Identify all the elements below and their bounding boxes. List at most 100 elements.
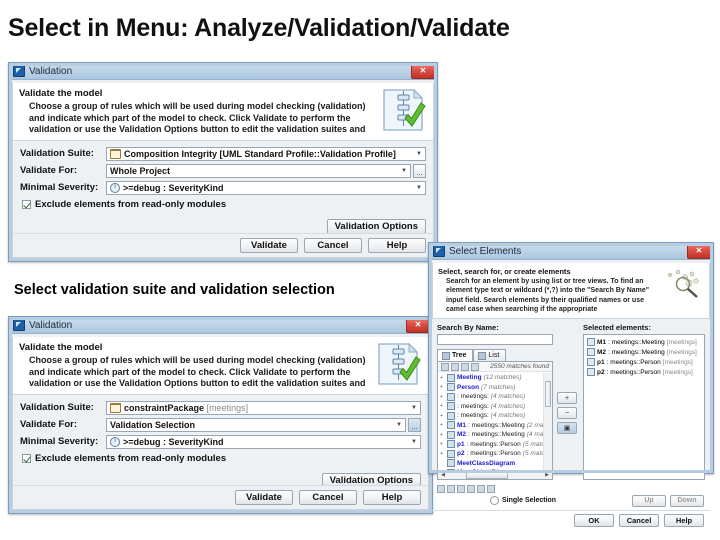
validate-for-value: Validation Selection (110, 419, 196, 430)
collapse-all-icon[interactable] (451, 362, 459, 371)
list-item[interactable]: M2 : meetings::Meeting [meetings] (587, 347, 701, 357)
validation-suite-package: [meetings] (206, 402, 249, 413)
dialog-header: Validate the model Choose a group of rul… (12, 337, 429, 395)
selection-mode-row: Single Selection Up Down (432, 493, 710, 507)
selected-elements-list[interactable]: M1 : meetings::Meeting [meetings] M2 : me… (583, 334, 705, 480)
options-icon[interactable] (487, 484, 495, 493)
expand-all-icon[interactable] (441, 362, 449, 371)
remove-element-button[interactable]: − (557, 407, 577, 420)
dialog-form: Validation Suite: constraintPackage [mee… (12, 394, 429, 492)
help-button[interactable]: Help (368, 238, 426, 253)
scrollbar-thumb[interactable] (545, 381, 551, 408)
clear-all-button[interactable]: ▣ (557, 422, 577, 435)
validate-for-select[interactable]: Validation Selection ▼ (106, 417, 406, 432)
sort-icon[interactable] (467, 484, 475, 493)
chevron-down-icon[interactable]: ▼ (398, 165, 410, 177)
header-title: Validate the model (19, 342, 103, 353)
move-up-button[interactable]: Up (632, 494, 666, 507)
validation-options-button[interactable]: Validation Options (326, 218, 426, 234)
tab-tree[interactable]: Tree (437, 349, 474, 362)
tree-vertical-scrollbar[interactable] (543, 373, 552, 470)
exclude-readonly-checkbox-row[interactable]: Exclude elements from read-only modules (22, 199, 426, 210)
search-panel: Search By Name: Tree List 2550 matches f… (437, 323, 553, 480)
move-down-button[interactable]: Down (670, 494, 704, 507)
next-match-icon[interactable] (471, 362, 479, 371)
tree-toolbar-icons[interactable] (441, 362, 479, 371)
search-by-name-label: Search By Name: (437, 323, 499, 333)
cancel-button[interactable]: Cancel (619, 513, 659, 527)
instance-icon (587, 338, 595, 347)
chevron-down-icon[interactable]: ▼ (393, 419, 405, 431)
transfer-buttons: + − ▣ (557, 323, 579, 480)
checkbox-icon[interactable] (22, 453, 31, 463)
chevron-down-icon[interactable]: ▼ (413, 182, 425, 194)
chevron-down-icon[interactable]: ▼ (413, 148, 425, 160)
cancel-button[interactable]: Cancel (299, 490, 357, 505)
header-title: Validate the model (19, 88, 103, 99)
single-selection-label: Single Selection (502, 497, 557, 505)
tree-item[interactable]: +: meetings: (4 matches) (440, 392, 550, 402)
minimal-severity-select[interactable]: i >=debug : SeverityKind ▼ (106, 180, 426, 195)
close-icon[interactable]: ✕ (687, 243, 711, 259)
tree-horizontal-scrollbar[interactable]: ◀ ▶ (438, 469, 552, 479)
validate-button[interactable]: Validate (235, 490, 293, 505)
create-element-icon[interactable] (447, 484, 455, 493)
tree-item[interactable]: +: meetings: (4 matches) (440, 411, 550, 421)
tree-item[interactable]: + Meeting (12 matches) (440, 373, 550, 383)
tree-item[interactable]: +p1: meetings::Person(5 matches) (440, 440, 550, 450)
close-icon[interactable]: ✕ (411, 63, 435, 79)
instance-icon (587, 358, 595, 367)
exclude-readonly-checkbox-row[interactable]: Exclude elements from read-only modules (22, 453, 421, 464)
validation-suite-select[interactable]: constraintPackage [meetings] ▼ (106, 400, 421, 415)
previous-match-icon[interactable] (461, 362, 469, 371)
dialog-main: Search By Name: Tree List 2550 matches f… (432, 319, 710, 483)
browse-button[interactable]: ... (413, 163, 426, 178)
chevron-down-icon[interactable]: ▼ (408, 402, 420, 414)
instance-icon (587, 348, 595, 357)
close-icon[interactable]: ✕ (406, 317, 430, 333)
scroll-left-icon[interactable]: ◀ (438, 472, 448, 478)
single-selection-toggle[interactable]: Single Selection (490, 496, 557, 506)
validate-button[interactable]: Validate (240, 238, 298, 253)
cancel-button[interactable]: Cancel (304, 238, 362, 253)
validation-suite-select[interactable]: Composition Integrity [UML Standard Prof… (106, 146, 426, 161)
scrollbar-thumb[interactable] (466, 470, 508, 479)
refresh-icon[interactable] (437, 484, 445, 493)
property-icon (447, 402, 455, 411)
minimal-severity-value: >=debug : SeverityKind (123, 182, 224, 193)
list-item[interactable]: p2 : meetings::Person [meetings] (587, 367, 701, 377)
folder-icon (110, 148, 121, 159)
browse-button[interactable]: ... (408, 417, 421, 432)
search-input[interactable] (437, 334, 553, 346)
radio-icon[interactable] (490, 496, 499, 506)
validation-suite-label: Validation Suite: (20, 148, 94, 160)
validation-suite-value: Composition Integrity [UML Standard Prof… (124, 148, 396, 159)
tree-item[interactable]: + Person (7 matches) (440, 383, 550, 393)
tree-item[interactable]: +p2: meetings::Person(5 matches) (440, 449, 550, 459)
minimal-severity-select[interactable]: i >=debug : SeverityKind ▼ (106, 434, 421, 449)
validate-for-select[interactable]: Whole Project ▼ (106, 163, 411, 178)
tree-item[interactable]: +: meetings: (4 matches) (440, 402, 550, 412)
search-elements-icon (668, 269, 699, 298)
properties-icon[interactable] (477, 484, 485, 493)
add-element-button[interactable]: + (557, 392, 577, 405)
instance-icon (587, 368, 595, 377)
help-button[interactable]: Help (363, 490, 421, 505)
list-item[interactable]: p1 : meetings::Person [meetings] (587, 357, 701, 367)
ok-button[interactable]: OK (574, 513, 614, 527)
element-tree[interactable]: 2550 matches found + Meeting (12 matches) … (437, 361, 553, 480)
filter-icon[interactable] (457, 484, 465, 493)
checkbox-icon[interactable] (22, 199, 31, 209)
reorder-buttons: Up Down (632, 494, 704, 507)
tab-list[interactable]: List (473, 349, 507, 362)
bottom-toolbar (432, 483, 710, 493)
validate-for-label: Validate For: (20, 419, 78, 431)
scroll-right-icon[interactable]: ▶ (542, 472, 552, 478)
tree-item[interactable]: +M1: meetings::Meeting(2 matches) (440, 421, 550, 431)
tree-item[interactable]: MeetClassDiagram (440, 459, 550, 469)
tree-item[interactable]: +M2: meetings::Meeting(4 matches) (440, 430, 550, 440)
header-description: Choose a group of rules which will be us… (29, 101, 366, 135)
list-item[interactable]: M1 : meetings::Meeting [meetings] (587, 337, 701, 347)
help-button[interactable]: Help (664, 513, 704, 527)
chevron-down-icon[interactable]: ▼ (408, 436, 420, 448)
